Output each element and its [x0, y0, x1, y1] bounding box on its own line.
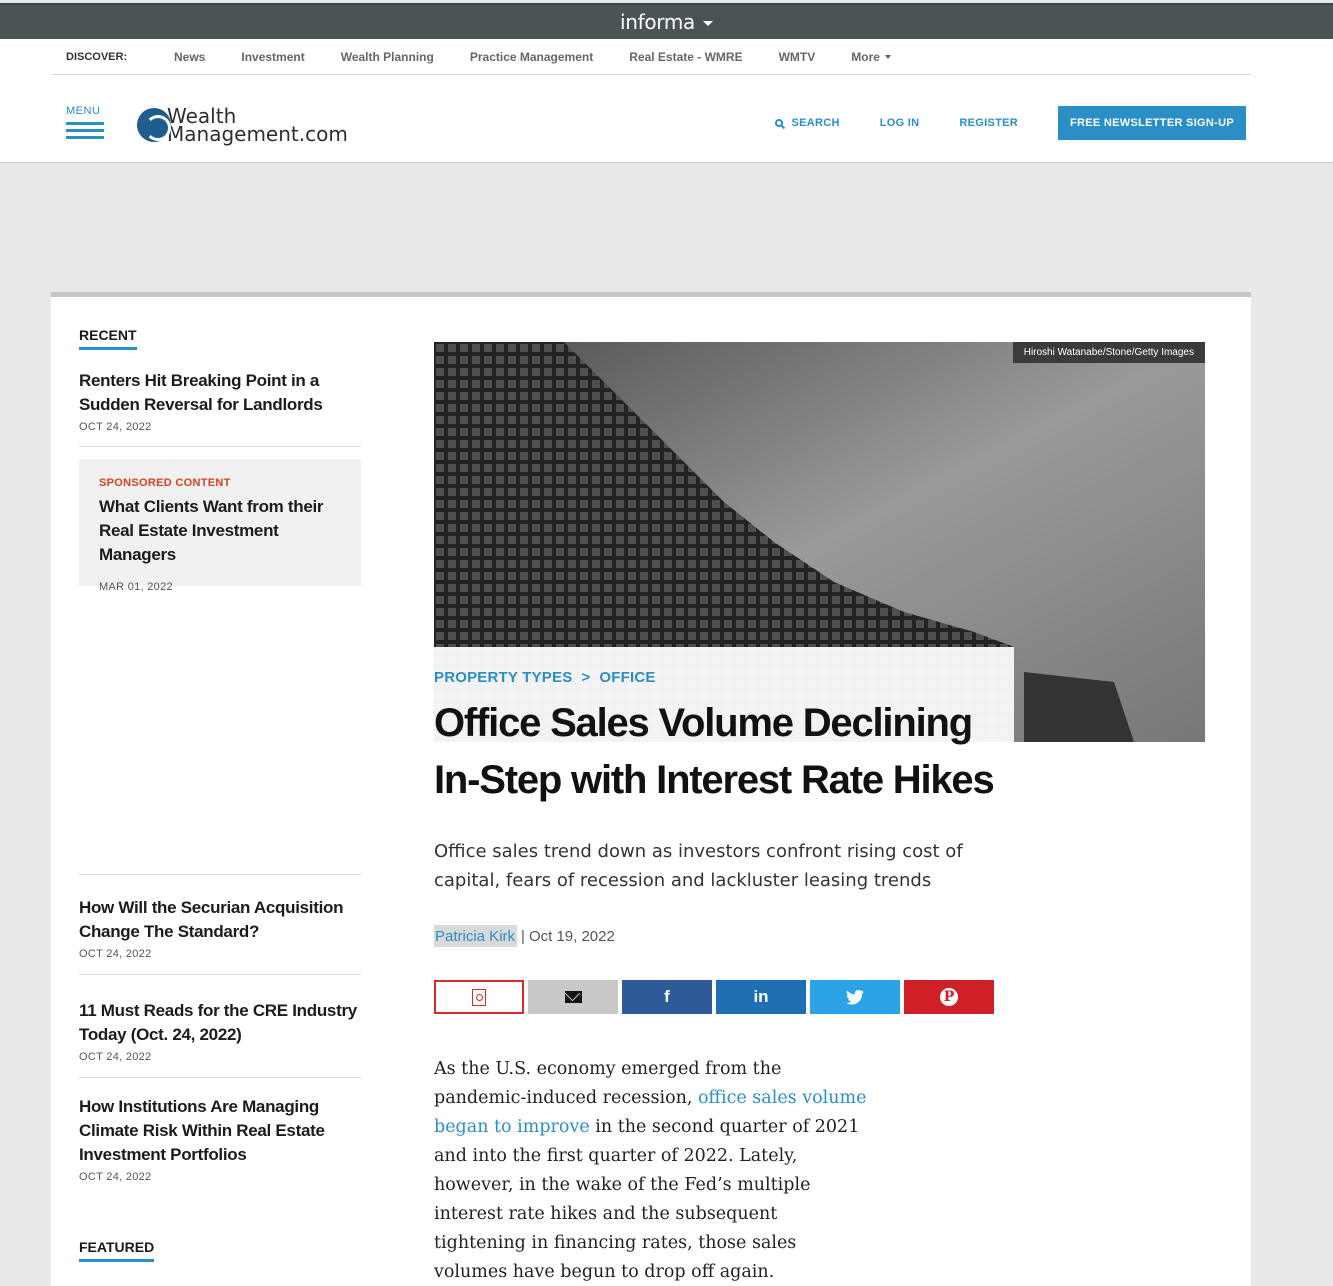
- twitter-share-button[interactable]: [810, 980, 900, 1014]
- discover-practice-management[interactable]: Practice Management: [470, 50, 593, 64]
- featured-section: FEATURED: [79, 1239, 155, 1262]
- story-date: OCT 24, 2022: [79, 1171, 152, 1183]
- chevron-down-icon: [884, 54, 891, 59]
- discover-more-label: More: [851, 49, 880, 64]
- informa-bar: informa: [0, 3, 1333, 39]
- list-item[interactable]: Renters Hit Breaking Point in a Sudden R…: [79, 369, 361, 447]
- informa-logo[interactable]: informa: [619, 10, 714, 34]
- discover-wealth-planning[interactable]: Wealth Planning: [341, 50, 434, 64]
- informa-logo-text: informa: [619, 10, 696, 34]
- pdf-button[interactable]: [434, 980, 524, 1014]
- site-header: DISCOVER: News Investment Wealth Plannin…: [0, 39, 1333, 163]
- facebook-icon: f: [664, 987, 670, 1006]
- hamburger-icon: [66, 136, 104, 139]
- breadcrumb: PROPERTY TYPES > OFFICE: [434, 669, 656, 686]
- linkedin-share-button[interactable]: in: [716, 980, 806, 1014]
- discover-bar: DISCOVER: News Investment Wealth Plannin…: [51, 39, 1251, 75]
- article-subhead: Office sales trend down as investors con…: [434, 841, 963, 891]
- share-bar: f in P: [434, 980, 994, 1014]
- featured-heading: FEATURED: [79, 1239, 155, 1262]
- story-date: OCT 24, 2022: [79, 1051, 152, 1063]
- twitter-icon: [846, 989, 864, 1005]
- sponsored-item[interactable]: SPONSORED CONTENT What Clients Want from…: [79, 459, 361, 593]
- discover-news[interactable]: News: [174, 50, 205, 64]
- discover-label: DISCOVER:: [66, 50, 128, 63]
- search-link[interactable]: SEARCH: [775, 117, 839, 129]
- newsletter-signup-button[interactable]: FREE NEWSLETTER SIGN-UP: [1058, 106, 1246, 140]
- recent-heading: RECENT: [79, 327, 137, 350]
- pinterest-icon: P: [940, 988, 958, 1006]
- logo-text: Wealth Management.com: [167, 106, 348, 146]
- login-link[interactable]: LOG IN: [880, 117, 920, 129]
- pinterest-share-button[interactable]: P: [904, 980, 994, 1014]
- page-title: Office Sales Volume Declining In-Step wi…: [434, 701, 995, 802]
- breadcrumb-property-types[interactable]: PROPERTY TYPES: [434, 669, 572, 686]
- body-text-end: in the second quarter of 2021 and into t…: [434, 1117, 860, 1282]
- sponsored-tag: SPONSORED CONTENT: [99, 477, 231, 489]
- story-date: MAR 01, 2022: [99, 581, 173, 593]
- story-title[interactable]: Renters Hit Breaking Point in a Sudden R…: [79, 369, 361, 417]
- envelope-icon: [564, 991, 582, 1003]
- site-logo[interactable]: Wealth Management.com: [137, 105, 348, 145]
- story-title[interactable]: What Clients Want from their Real Estate…: [99, 495, 341, 567]
- search-label: SEARCH: [791, 117, 840, 129]
- linkedin-icon: in: [753, 987, 769, 1006]
- publish-date: Oct 19, 2022: [528, 927, 615, 945]
- list-item[interactable]: How Institutions Are Managing Climate Ri…: [79, 1095, 361, 1183]
- sidebar: RECENT Renters Hit Breaking Point in a S…: [79, 327, 361, 593]
- menu-label: MENU: [66, 105, 101, 117]
- facebook-share-button[interactable]: f: [622, 980, 712, 1014]
- discover-more[interactable]: More: [851, 50, 891, 64]
- search-icon: [775, 119, 784, 127]
- breadcrumb-separator: >: [581, 669, 591, 686]
- logo-line2: Management.com: [167, 122, 348, 146]
- byline: Patricia Kirk | Oct 19, 2022: [434, 925, 615, 947]
- content-card: RECENT Renters Hit Breaking Point in a S…: [51, 292, 1251, 1286]
- breadcrumb-office[interactable]: OFFICE: [599, 669, 655, 686]
- hamburger-icon: [66, 129, 104, 132]
- article-body: As the U.S. economy emerged from the pan…: [434, 1055, 874, 1286]
- main-nav: MENU Wealth Management.com SEARCH LOG IN…: [51, 75, 1251, 163]
- story-title[interactable]: How Institutions Are Managing Climate Ri…: [79, 1095, 361, 1167]
- header-actions: SEARCH LOG IN REGISTER FREE NEWSLETTER S…: [775, 106, 1246, 140]
- pdf-icon: [472, 988, 486, 1006]
- logo-mark-icon: [137, 108, 171, 142]
- hamburger-icon: [66, 122, 104, 125]
- story-date: OCT 24, 2022: [79, 421, 152, 433]
- story-date: OCT 24, 2022: [79, 948, 152, 960]
- list-item[interactable]: How Will the Securian Acquisition Change…: [79, 874, 361, 975]
- discover-real-estate[interactable]: Real Estate - WMRE: [629, 50, 742, 64]
- email-share-button[interactable]: [528, 980, 618, 1014]
- discover-investment[interactable]: Investment: [241, 50, 304, 64]
- image-credit: Hiroshi Watanabe/Stone/Getty Images: [1012, 342, 1205, 363]
- story-title[interactable]: 11 Must Reads for the CRE Industry Today…: [79, 999, 361, 1047]
- menu-button[interactable]: MENU: [66, 105, 106, 145]
- register-link[interactable]: REGISTER: [959, 117, 1018, 129]
- author-link[interactable]: Patricia Kirk: [434, 925, 518, 947]
- byline-separator: |: [521, 927, 525, 945]
- list-item[interactable]: 11 Must Reads for the CRE Industry Today…: [79, 999, 361, 1078]
- discover-wmtv[interactable]: WMTV: [779, 50, 816, 64]
- story-title[interactable]: How Will the Securian Acquisition Change…: [79, 896, 361, 944]
- chevron-down-icon: [703, 21, 714, 26]
